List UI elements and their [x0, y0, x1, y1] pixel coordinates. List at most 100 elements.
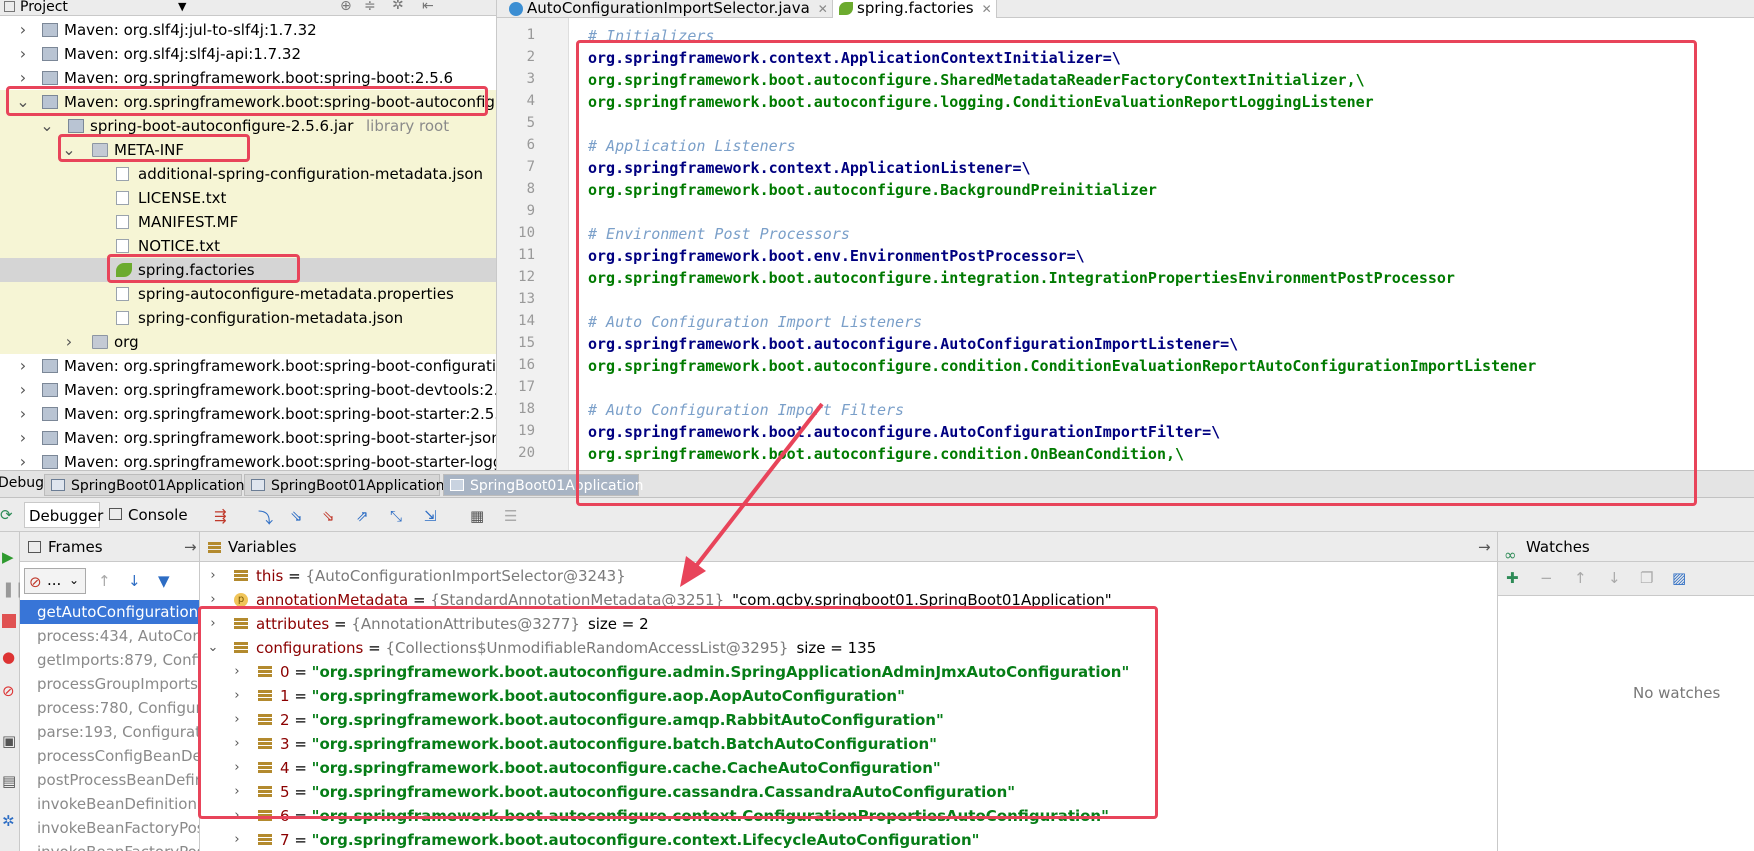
tab-debugger[interactable]: Debugger — [24, 502, 103, 528]
stack-frame[interactable]: getAutoConfigurationEntry — [20, 600, 199, 624]
code-editor[interactable]: # Initializers org.springframework.contex… — [570, 18, 1754, 470]
pin-arrow-icon[interactable]: → — [184, 532, 197, 562]
chevron-right-icon[interactable]: › — [206, 612, 220, 636]
variable-row[interactable]: › this = {AutoConfigurationImportSelector… — [200, 564, 1497, 588]
step-out-icon[interactable]: ⇗ — [356, 507, 374, 525]
chevron-right-icon[interactable]: › — [230, 732, 244, 756]
chevron-right-icon[interactable]: › — [62, 330, 76, 354]
collection-element-row[interactable]: › 6 = "org.springframework.boot.autoconfi… — [200, 804, 1497, 828]
variable-row[interactable]: ⌄ configurations = {Collections$Unmodifia… — [200, 636, 1497, 660]
thread-selector[interactable]: ⊘ ... ⌄ — [24, 568, 86, 594]
chevron-right-icon[interactable]: › — [16, 42, 30, 66]
tree-item[interactable]: additional-spring-configuration-metadata… — [0, 162, 496, 186]
collection-element-row[interactable]: › 1 = "org.springframework.boot.autoconfi… — [200, 684, 1497, 708]
resume-icon[interactable]: ▶ — [2, 548, 14, 566]
chevron-right-icon[interactable]: › — [230, 708, 244, 732]
chevron-right-icon[interactable]: › — [206, 564, 220, 588]
tree-item[interactable]: spring.factories — [0, 258, 496, 282]
chevron-right-icon[interactable]: › — [206, 588, 220, 612]
chevron-down-icon[interactable]: ⌄ — [16, 90, 30, 114]
chevron-right-icon[interactable]: › — [16, 354, 30, 378]
tree-item[interactable]: NOTICE.txt — [0, 234, 496, 258]
chevron-right-icon[interactable]: › — [16, 402, 30, 426]
layout-icon[interactable]: ▤ — [2, 772, 16, 790]
settings-icon[interactable]: ✲ — [2, 812, 15, 830]
chevron-right-icon[interactable]: › — [230, 804, 244, 828]
stack-frame[interactable]: postProcessBeanDefin — [20, 768, 199, 792]
collection-element-row[interactable]: › 5 = "org.springframework.boot.autoconfi… — [200, 780, 1497, 804]
chevron-right-icon[interactable]: › — [16, 450, 30, 470]
target-icon[interactable]: ⊕ — [340, 0, 352, 13]
tree-item[interactable]: spring-autoconfigure-metadata.properties — [0, 282, 496, 306]
stack-frame[interactable]: invokeBeanFactoryPos — [20, 840, 199, 851]
collection-element-row[interactable]: › 7 = "org.springframework.boot.autoconfi… — [200, 828, 1497, 851]
tab-autoconfigurationimportselector[interactable]: AutoConfigurationImportSelector.java ✕ — [503, 0, 833, 18]
tree-item[interactable]: › Maven: org.slf4j:jul-to-slf4j:1.7.32 — [0, 18, 496, 42]
pin-arrow-icon[interactable]: → — [1478, 532, 1491, 562]
debug-session-tab[interactable]: SpringBoot01Application — [244, 474, 444, 496]
tree-item[interactable]: › Maven: org.springframework.boot:spring-… — [0, 66, 496, 90]
chevron-right-icon[interactable]: › — [230, 756, 244, 780]
tree-item[interactable]: › Maven: org.springframework.boot:spring-… — [0, 426, 496, 450]
chevron-right-icon[interactable]: › — [230, 780, 244, 804]
chevron-down-icon[interactable]: ▼ — [178, 0, 186, 14]
tree-item[interactable]: › Maven: org.slf4j:slf4j-api:1.7.32 — [0, 42, 496, 66]
variable-row[interactable]: › p annotationMetadata = {StandardAnnotati… — [200, 588, 1497, 612]
chevron-down-icon[interactable]: ⌄ — [62, 138, 76, 162]
stack-frame[interactable]: parse:193, Configurati — [20, 720, 199, 744]
tab-console[interactable]: Console → — [106, 502, 206, 550]
add-watch-icon[interactable]: ✚ — [1506, 569, 1519, 587]
chevron-right-icon[interactable]: › — [16, 378, 30, 402]
run-to-cursor-icon[interactable]: ⇲ — [424, 507, 442, 525]
collection-element-row[interactable]: › 0 = "org.springframework.boot.autoconfi… — [200, 660, 1497, 684]
variable-row[interactable]: › attributes = {AnnotationAttributes@3277… — [200, 612, 1497, 636]
stack-frame[interactable]: invokeBeanFactoryPos — [20, 816, 199, 840]
tree-item[interactable]: ⌄ META-INF — [0, 138, 496, 162]
camera-icon[interactable]: ▣ — [2, 732, 16, 750]
filter-icon[interactable]: ▼ — [158, 572, 170, 590]
drop-frame-icon[interactable]: ⤡ — [390, 507, 408, 525]
debug-session-tab[interactable]: SpringBoot01Application — [44, 474, 244, 496]
stack-frame[interactable]: processGroupImports — [20, 672, 199, 696]
arrow-down-icon[interactable]: ↓ — [128, 572, 141, 590]
tree-item[interactable]: › Maven: org.springframework.boot:spring-… — [0, 450, 496, 470]
tree-item[interactable]: MANIFEST.MF — [0, 210, 496, 234]
image-icon[interactable]: ▨ — [1672, 569, 1686, 587]
chevron-right-icon[interactable]: › — [16, 66, 30, 90]
chevron-down-icon[interactable]: ⌄ — [40, 114, 54, 138]
collection-element-row[interactable]: › 4 = "org.springframework.boot.autoconfi… — [200, 756, 1497, 780]
chevron-right-icon[interactable]: › — [16, 18, 30, 42]
stack-frame[interactable]: process:434, AutoConfi — [20, 624, 199, 648]
force-step-into-icon[interactable]: ⇘ — [322, 507, 340, 525]
project-panel-title[interactable]: Project — [20, 0, 68, 14]
evaluate-expression-icon[interactable]: ▦ — [470, 507, 488, 525]
chevron-right-icon[interactable]: › — [230, 828, 244, 851]
tree-item[interactable]: spring-configuration-metadata.json — [0, 306, 496, 330]
chevron-right-icon[interactable]: › — [230, 660, 244, 684]
stack-frame[interactable]: process:780, Configura — [20, 696, 199, 720]
chevron-right-icon[interactable]: › — [230, 684, 244, 708]
chevron-right-icon[interactable]: › — [16, 426, 30, 450]
stop-icon[interactable] — [2, 614, 16, 628]
arrow-up-icon[interactable]: ↑ — [1574, 569, 1587, 587]
debug-session-tab-active[interactable]: SpringBoot01Application — [443, 474, 643, 496]
collapse-all-icon[interactable]: ≑ — [364, 0, 376, 13]
stack-frame[interactable]: getImports:879, Config — [20, 648, 199, 672]
arrow-up-icon[interactable]: ↑ — [98, 572, 111, 590]
mute-breakpoints-icon[interactable]: ⊘ — [2, 682, 15, 700]
trace-stream-icon[interactable]: ☰ — [504, 507, 522, 525]
rerun-icon[interactable]: ⟳ — [0, 506, 18, 524]
step-over-icon[interactable]: ⤵ — [258, 507, 276, 527]
gear-icon[interactable]: ✲ — [392, 0, 404, 12]
collection-element-row[interactable]: › 3 = "org.springframework.boot.autoconfi… — [200, 732, 1497, 756]
tree-item[interactable]: › Maven: org.springframework.boot:spring-… — [0, 402, 496, 426]
tree-item[interactable]: › org — [0, 330, 496, 354]
hide-panel-icon[interactable]: ⇤ — [422, 0, 434, 13]
close-icon[interactable]: ✕ — [818, 2, 828, 16]
tree-item[interactable]: ⌄ spring-boot-autoconfigure-2.5.6.jar libr… — [0, 114, 496, 138]
duplicate-icon[interactable]: ❐ — [1640, 569, 1653, 587]
show-execution-point-icon[interactable]: ⇶ — [214, 507, 232, 525]
remove-watch-icon[interactable]: − — [1540, 569, 1553, 587]
tree-item[interactable]: › Maven: org.springframework.boot:spring-… — [0, 378, 496, 402]
chevron-down-icon[interactable]: ⌄ — [206, 636, 220, 660]
